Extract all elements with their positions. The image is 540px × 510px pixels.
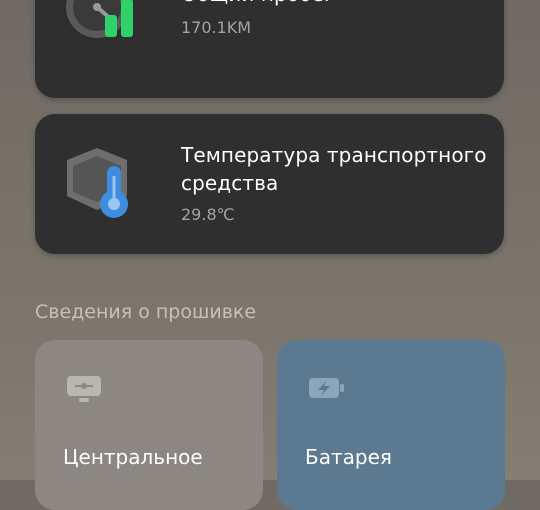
total-mileage-card[interactable]: Общий пробег 170.1KM bbox=[35, 0, 504, 98]
battery-tile[interactable]: Батарея bbox=[277, 340, 505, 510]
card-value: 170.1KM bbox=[181, 18, 252, 37]
card-title: Общий пробег bbox=[181, 0, 490, 8]
tile-label: Центральное bbox=[63, 445, 203, 469]
central-controller-tile[interactable]: Центральное bbox=[35, 340, 263, 510]
firmware-section-header: Сведения о прошивке bbox=[35, 301, 257, 323]
vehicle-temperature-icon bbox=[65, 148, 145, 232]
vehicle-temperature-card[interactable]: Температура транспортного средства 29.8℃ bbox=[35, 114, 504, 254]
tile-label: Батарея bbox=[305, 445, 392, 469]
card-title: Температура транспортного средства bbox=[181, 143, 487, 195]
battery-charge-icon bbox=[307, 374, 347, 404]
speedometer-chart-icon bbox=[65, 0, 145, 65]
card-value: 29.8℃ bbox=[181, 205, 235, 224]
controller-icon bbox=[65, 374, 105, 404]
